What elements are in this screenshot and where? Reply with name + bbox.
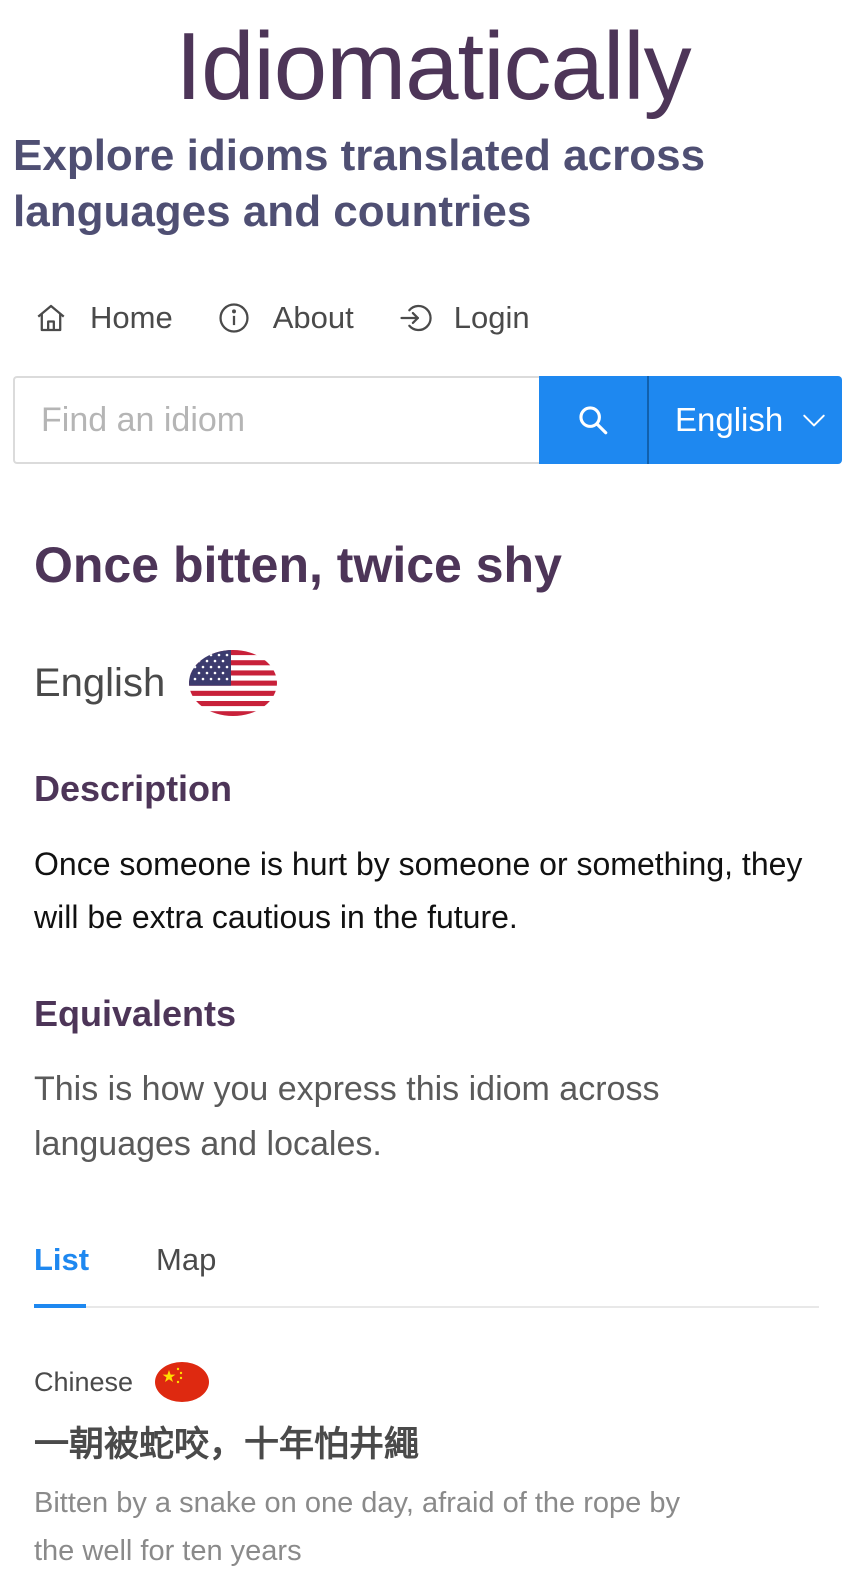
language-select-value: English (675, 401, 784, 438)
search-input[interactable] (13, 376, 539, 464)
equivalent-language-row: Chinese (34, 1360, 824, 1404)
chevron-down-icon (803, 414, 825, 427)
equivalents-intro: This is how you express this idiom acros… (34, 1070, 660, 1163)
description-heading: Description (34, 768, 233, 809)
nav-login-link[interactable]: Login (398, 300, 530, 336)
equivalent-translation: Bitten by a snake on one day, afraid of … (34, 1487, 680, 1567)
equivalent-language: Chinese (34, 1366, 134, 1397)
idiom-language: English (34, 650, 278, 716)
equivalent-item[interactable]: Chinese 一朝被蛇咬，十年怕井繩 Bitten by a snake on… (34, 1360, 824, 1574)
tab-list[interactable]: List (34, 1230, 89, 1308)
language-select[interactable]: English (647, 376, 842, 464)
us-flag-icon (189, 650, 278, 716)
equivalent-phrase: 一朝被蛇咬，十年怕井繩 (34, 1425, 420, 1464)
login-icon (400, 304, 432, 332)
tab-map[interactable]: Map (156, 1230, 216, 1308)
nav-home-link[interactable]: Home (34, 300, 173, 336)
nav-about-link[interactable]: About (217, 300, 354, 336)
nav-home-label: Home (90, 300, 173, 335)
idiom-title: Once bitten, twice shy (34, 537, 562, 593)
nav-login-label: Login (453, 300, 530, 335)
nav-about-label: About (272, 300, 354, 335)
info-icon (219, 303, 249, 333)
site-title[interactable]: Idiomatically (0, 14, 866, 120)
search-icon (579, 406, 608, 435)
equivalents-tabs: List Map (34, 1230, 819, 1308)
cn-flag-icon (155, 1362, 210, 1402)
home-icon (37, 304, 65, 332)
search-button[interactable] (539, 376, 647, 464)
site-tagline: Explore idioms translated across languag… (13, 131, 706, 236)
main-nav: Home About Login (34, 300, 530, 336)
search-bar: English (13, 376, 842, 464)
equivalents-heading: Equivalents (34, 993, 237, 1034)
idiom-language-name: English (34, 660, 166, 705)
description-text: Once someone is hurt by someone or somet… (34, 846, 803, 935)
